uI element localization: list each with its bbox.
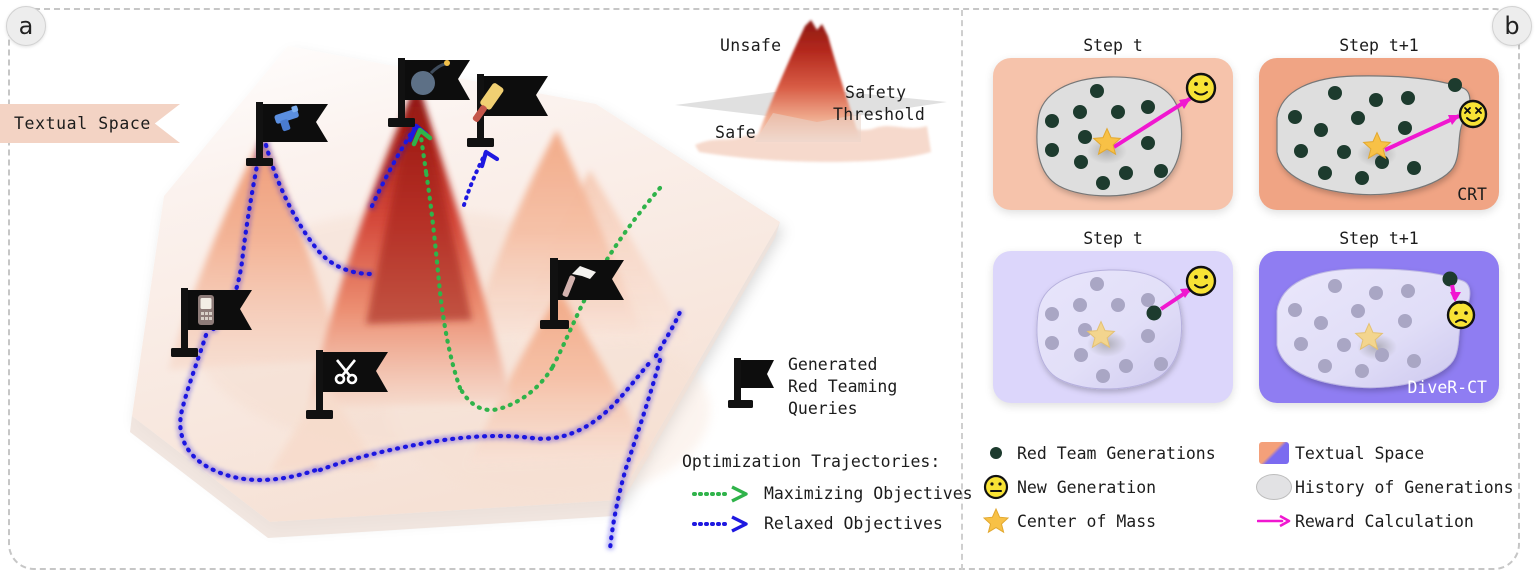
legend-red-team-generations-label: Red Team Generations (1017, 443, 1216, 463)
legend-textual-space: Textual Space (1253, 436, 1514, 470)
flag-icon (728, 358, 774, 408)
neutral-face-icon (975, 474, 1017, 500)
crt-tag: CRT (1457, 185, 1487, 204)
diverct-step-t1-title: Step t+1 (1339, 229, 1419, 248)
legend-reward-label: Reward Calculation (1295, 511, 1474, 531)
legend-center-of-mass-label: Center of Mass (1017, 511, 1157, 531)
legend-flag-line-3: Queries (788, 398, 858, 418)
panel-b-legend: Red Team Generations New Generation Cent… (975, 436, 1520, 552)
diverct-step-t-card (993, 251, 1233, 403)
legend-flag-line-2: Red Teaming (788, 376, 898, 396)
legend-red-team-generations: Red Team Generations (975, 436, 1216, 470)
dizzy-face-icon (1458, 99, 1488, 129)
legend-history-of-generations: History of Generations (1253, 470, 1514, 504)
gradient-swatch-icon (1253, 442, 1295, 464)
ellipse-icon (1253, 474, 1295, 500)
new-generation-face (1185, 72, 1217, 104)
safety-threshold-label-2: Threshold (833, 105, 926, 124)
safety-threshold-label-1: Safety (845, 83, 907, 102)
legend-relaxed-label: Relaxed Objectives (764, 514, 943, 533)
panel-badge-a: a (6, 6, 46, 46)
diverct-tag: DiveR-CT (1407, 378, 1487, 397)
crt-step-t-card (993, 58, 1233, 210)
selected-generation-dot (1442, 271, 1458, 287)
arrow-icon (1253, 513, 1295, 529)
unsafe-label: Unsafe (720, 36, 782, 55)
legend-history-label: History of Generations (1295, 477, 1514, 497)
diverct-step-t1-card: DiveR-CT (1259, 251, 1499, 403)
optimization-trajectories-title: Optimization Trajectories: (682, 452, 941, 471)
panel-a-legend: Generated Red Teaming Queries Optimizati… (660, 348, 973, 548)
legend-flag-label: Generated Red Teaming Queries (788, 354, 897, 420)
selected-generation-dot (1146, 305, 1162, 321)
legend-new-generation-label: New Generation (1017, 477, 1157, 497)
legend-flag-line-1: Generated (788, 355, 878, 374)
legend-textual-space-label: Textual Space (1295, 443, 1425, 463)
safe-label: Safe (715, 123, 756, 142)
dot-icon (975, 447, 1017, 459)
legend-b-column-1: Red Team Generations New Generation Cent… (975, 436, 1216, 538)
legend-maximizing-objectives: Maximizing Objectives (692, 484, 973, 503)
legend-relaxed-objectives: Relaxed Objectives (692, 514, 943, 533)
crt-step-t-title: Step t (1083, 36, 1143, 55)
safety-threshold-inset: Unsafe Safety Threshold Safe (665, 10, 955, 175)
diverct-step-t-title: Step t (1083, 229, 1143, 248)
crt-step-t1-title: Step t+1 (1339, 36, 1419, 55)
worried-face-icon (1446, 300, 1476, 330)
figure-root: a b Textual Space Unsafe Safety Threshol… (0, 0, 1536, 582)
legend-flag-entry: Generated Red Teaming Queries (728, 354, 897, 420)
green-dotted-arrow-icon (692, 484, 748, 503)
legend-new-generation: New Generation (975, 470, 1216, 504)
new-generation-face (1185, 265, 1217, 297)
legend-center-of-mass: Center of Mass (975, 504, 1216, 538)
crt-step-t1-card: CRT (1259, 58, 1499, 210)
blue-dotted-arrow-icon (692, 514, 748, 533)
legend-b-column-2: Textual Space History of Generations Rew… (1253, 436, 1514, 538)
star-icon (975, 507, 1017, 535)
legend-reward-calculation: Reward Calculation (1253, 504, 1514, 538)
legend-maximizing-label: Maximizing Objectives (764, 484, 973, 503)
